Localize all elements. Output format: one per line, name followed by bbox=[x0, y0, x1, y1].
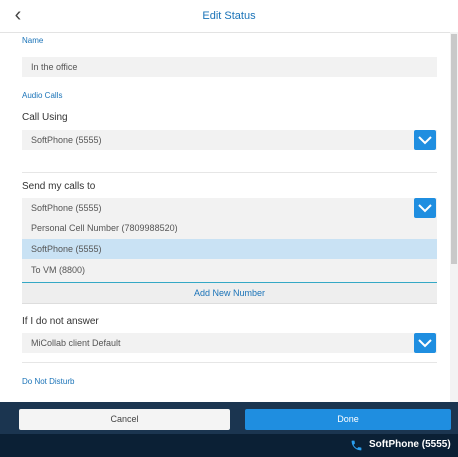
audio-calls-section-label: Audio Calls bbox=[22, 91, 63, 100]
page-title: Edit Status bbox=[202, 10, 256, 22]
no-answer-label: If I do not answer bbox=[22, 316, 99, 327]
chevron-down-icon bbox=[418, 339, 432, 348]
phone-icon bbox=[351, 440, 362, 451]
name-input[interactable]: In the office bbox=[22, 57, 437, 77]
dnd-section-label: Do Not Disturb bbox=[22, 377, 75, 386]
send-calls-options-list: Personal Cell Number (7809988520) SoftPh… bbox=[22, 218, 437, 292]
done-button[interactable]: Done bbox=[245, 409, 451, 430]
scrollbar[interactable] bbox=[450, 32, 458, 402]
call-using-label: Call Using bbox=[22, 112, 68, 123]
option-voicemail[interactable]: To VM (8800) bbox=[22, 260, 437, 280]
scrollbar-thumb[interactable] bbox=[451, 34, 457, 264]
no-answer-select[interactable]: MiCollab client Default bbox=[22, 333, 437, 353]
option-personal-cell[interactable]: Personal Cell Number (7809988520) bbox=[22, 218, 437, 238]
divider bbox=[22, 362, 437, 363]
cancel-button[interactable]: Cancel bbox=[19, 409, 230, 430]
header-bar: ‹ Edit Status bbox=[0, 0, 458, 33]
send-calls-dropdown-button[interactable] bbox=[414, 198, 436, 218]
call-using-dropdown-button[interactable] bbox=[414, 130, 436, 150]
option-softphone[interactable]: SoftPhone (5555) bbox=[22, 239, 437, 259]
current-status-label: SoftPhone (5555) bbox=[369, 439, 451, 450]
chevron-down-icon bbox=[418, 204, 432, 213]
send-calls-select[interactable]: SoftPhone (5555) bbox=[22, 198, 437, 218]
send-calls-label: Send my calls to bbox=[22, 181, 96, 192]
name-section-label: Name bbox=[22, 36, 44, 45]
add-new-number-button[interactable]: Add New Number bbox=[22, 283, 437, 304]
chevron-down-icon bbox=[418, 136, 432, 145]
divider bbox=[22, 172, 437, 173]
status-bar: SoftPhone (5555) bbox=[0, 434, 458, 457]
call-using-select[interactable]: SoftPhone (5555) bbox=[22, 130, 437, 150]
no-answer-dropdown-button[interactable] bbox=[414, 333, 436, 353]
footer-bar: Cancel Done bbox=[0, 402, 458, 434]
edit-status-form[interactable]: Name In the office Audio Calls Call Usin… bbox=[0, 32, 448, 402]
